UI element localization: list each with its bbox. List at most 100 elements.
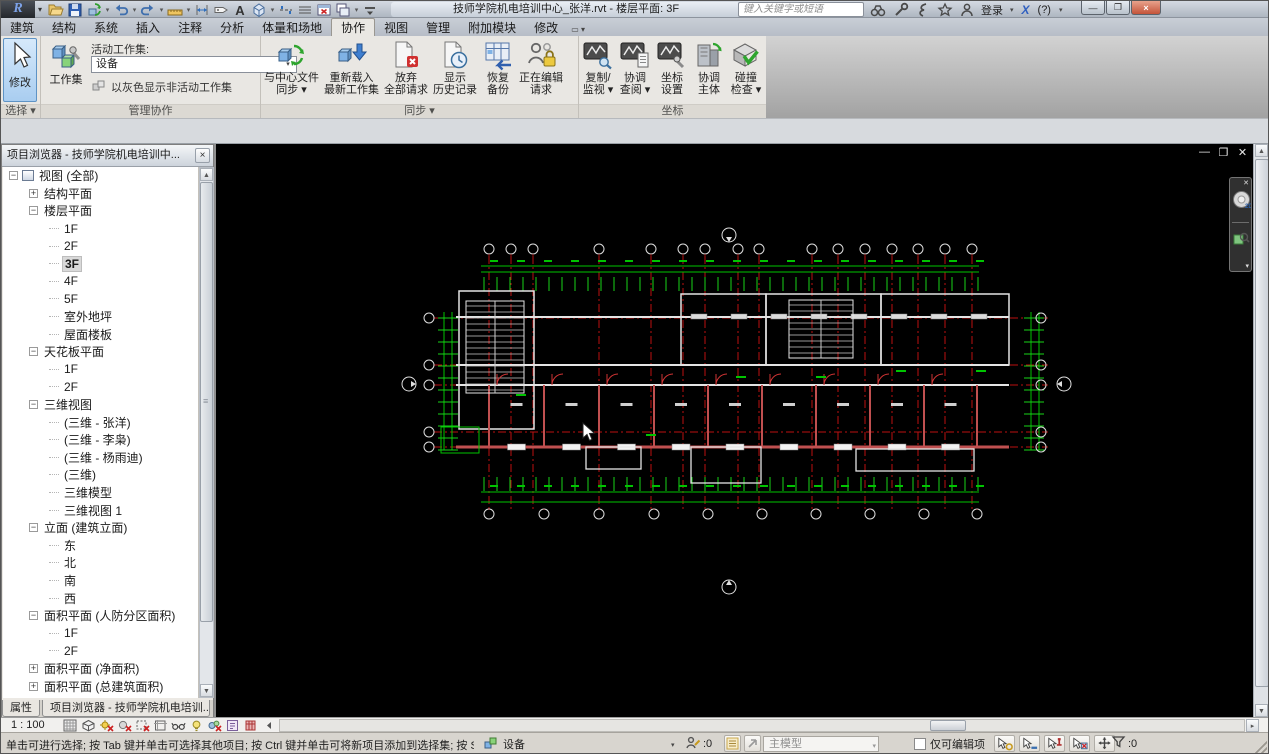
- minimize-button[interactable]: —: [1081, 1, 1105, 15]
- scrollbar-thumb[interactable]: [200, 182, 213, 622]
- sync-editing-requests-button[interactable]: 正在编辑 请求: [517, 37, 565, 101]
- tab-体量和场地[interactable]: 体量和场地: [253, 19, 331, 37]
- temporary-view-icon[interactable]: [225, 719, 240, 732]
- select-links-toggle-icon[interactable]: [994, 735, 1015, 752]
- tree-item-面积平面 (总建筑面积)[interactable]: + 面积平面 (总建筑面积): [3, 677, 198, 695]
- worksharing-display-off-icon[interactable]: [207, 719, 222, 732]
- scroll-right-icon[interactable]: ▸: [1246, 719, 1259, 732]
- detail-level-icon[interactable]: [63, 719, 78, 732]
- tree-item-(三维 - 张洋)[interactable]: (三维 - 张洋): [3, 413, 198, 431]
- tree-item-2F[interactable]: 2F: [3, 237, 198, 255]
- scroll-down-icon[interactable]: ▼: [1255, 704, 1268, 717]
- undo-icon[interactable]: [112, 2, 130, 18]
- tree-item-面积平面 (净面积)[interactable]: + 面积平面 (净面积): [3, 660, 198, 678]
- tree-item-结构平面[interactable]: + 结构平面: [3, 185, 198, 203]
- infocenter-search-input[interactable]: 键入关键字或短语: [738, 2, 864, 17]
- tree-item-3F[interactable]: 3F: [3, 255, 198, 273]
- close-button[interactable]: ×: [1131, 1, 1161, 15]
- chevron-down-icon[interactable]: ▾: [353, 6, 360, 14]
- tree-item-(三维)[interactable]: (三维): [3, 466, 198, 484]
- restore-button[interactable]: ❐: [1106, 1, 1130, 15]
- coord-interference-check-button[interactable]: 碰撞 检查 ▾: [728, 37, 764, 101]
- tree-item-5F[interactable]: 5F: [3, 290, 198, 308]
- view-minimize-icon[interactable]: —: [1198, 146, 1211, 159]
- navbar-options-icon[interactable]: ▾: [1245, 262, 1249, 270]
- collapse-icon[interactable]: −: [29, 611, 38, 621]
- active-only-icon[interactable]: [724, 735, 741, 752]
- coord-coordination-settings-button[interactable]: 坐标 设置: [654, 37, 690, 101]
- tree-item-2F[interactable]: 2F: [3, 642, 198, 660]
- tree-item-西[interactable]: 西: [3, 589, 198, 607]
- tab-附加模块[interactable]: 附加模块: [459, 19, 525, 37]
- aligned-dimension-icon[interactable]: [193, 2, 211, 18]
- tab-视图[interactable]: 视图: [375, 19, 417, 37]
- scroll-up-icon[interactable]: ▲: [200, 168, 213, 181]
- sync-show-history-button[interactable]: 显示 历史记录: [431, 37, 479, 101]
- chevron-down-icon[interactable]: ▾: [185, 6, 192, 14]
- expand-icon[interactable]: +: [29, 663, 38, 673]
- tree-item-2F[interactable]: 2F: [3, 378, 198, 396]
- scroll-down-icon[interactable]: ▼: [200, 684, 213, 697]
- tab-修改[interactable]: 修改: [525, 19, 567, 37]
- help-icon[interactable]: (?): [1035, 4, 1054, 16]
- sync-reload-latest-button[interactable]: 重新载入 最新工作集: [322, 37, 381, 101]
- tree-item-三维视图[interactable]: − 三维视图: [3, 396, 198, 414]
- close-hidden-windows-icon[interactable]: [315, 2, 333, 18]
- sync-relinquish-button[interactable]: 放弃 全部请求: [382, 37, 430, 101]
- tree-item-楼层平面[interactable]: − 楼层平面: [3, 202, 198, 220]
- tab-注释[interactable]: 注释: [169, 19, 211, 37]
- tree-item-(三维 - 李枭)[interactable]: (三维 - 李枭): [3, 431, 198, 449]
- collapse-icon[interactable]: −: [29, 400, 38, 410]
- sign-in-label[interactable]: 登录: [979, 2, 1005, 18]
- vertical-scrollbar[interactable]: ▲ ▼: [1253, 144, 1268, 717]
- collapse-arrow-icon[interactable]: [261, 719, 276, 732]
- redo-icon[interactable]: [139, 2, 157, 18]
- save-icon[interactable]: [66, 2, 84, 18]
- switch-windows-icon[interactable]: [334, 2, 352, 18]
- chevron-down-icon[interactable]: ▾: [104, 6, 111, 14]
- tree-item-屋面楼板[interactable]: 屋面楼板: [3, 325, 198, 343]
- communication-center-icon[interactable]: [913, 2, 933, 18]
- tree-item-面积平面 (人防分区面积)[interactable]: − 面积平面 (人防分区面积): [3, 607, 198, 625]
- palette-close-icon[interactable]: ×: [195, 148, 210, 163]
- view-restore-icon[interactable]: ❐: [1217, 146, 1230, 159]
- tree-item-1F[interactable]: 1F: [3, 361, 198, 379]
- chevron-down-icon[interactable]: ▾: [158, 6, 165, 14]
- tree-item-南[interactable]: 南: [3, 572, 198, 590]
- tree-item-天花板平面[interactable]: − 天花板平面: [3, 343, 198, 361]
- drawing-area[interactable]: — ❐ ✕ ✕ 2D ▾: [216, 144, 1253, 717]
- exchange-apps-icon[interactable]: X: [1019, 3, 1033, 17]
- default-3d-view-icon[interactable]: [250, 2, 268, 18]
- select-underlay-toggle-icon[interactable]: [1019, 735, 1040, 752]
- coord-coordination-review-button[interactable]: 协调 查阅 ▾: [617, 37, 653, 101]
- tab-管理[interactable]: 管理: [417, 19, 459, 37]
- sign-in-icon[interactable]: [957, 2, 977, 18]
- collapse-icon[interactable]: −: [29, 523, 38, 533]
- modify-button[interactable]: 修改: [3, 38, 37, 102]
- tab-协作[interactable]: 协作: [331, 18, 376, 36]
- text-icon[interactable]: A: [231, 2, 249, 18]
- zoom-tool-icon[interactable]: [1233, 230, 1250, 250]
- sync-central-small-icon[interactable]: [85, 2, 103, 18]
- tab-系统[interactable]: 系统: [85, 19, 127, 37]
- steering-wheel-icon[interactable]: 2D: [1232, 190, 1253, 212]
- editable-only-control[interactable]: 仅可编辑项: [914, 736, 985, 752]
- thin-lines-icon[interactable]: [296, 2, 314, 18]
- sync-sync-central-big-button[interactable]: 与中心文件 同步 ▾: [262, 37, 321, 101]
- crop-region-off-icon[interactable]: [135, 719, 150, 732]
- section-icon[interactable]: [277, 2, 295, 18]
- measure-icon[interactable]: [166, 2, 184, 18]
- expand-icon[interactable]: +: [29, 188, 38, 198]
- show-crop-icon[interactable]: [153, 719, 168, 732]
- chevron-down-icon[interactable]: ▾: [131, 6, 138, 14]
- editable-only-checkbox[interactable]: [914, 738, 926, 750]
- scrollbar-thumb[interactable]: [930, 720, 966, 731]
- selection-filter[interactable]: :0: [1111, 735, 1137, 752]
- panel-display-toggle-icon[interactable]: ▭ ▾: [567, 25, 589, 34]
- tree-item-三维模型[interactable]: 三维模型: [3, 484, 198, 502]
- tab-结构[interactable]: 结构: [43, 19, 85, 37]
- view-close-icon[interactable]: ✕: [1236, 146, 1249, 159]
- sync-restore-backup-button[interactable]: 恢复 备份: [480, 37, 516, 101]
- subscription-center-icon[interactable]: [891, 2, 911, 18]
- design-options-select[interactable]: 主模型 ▾: [763, 736, 879, 752]
